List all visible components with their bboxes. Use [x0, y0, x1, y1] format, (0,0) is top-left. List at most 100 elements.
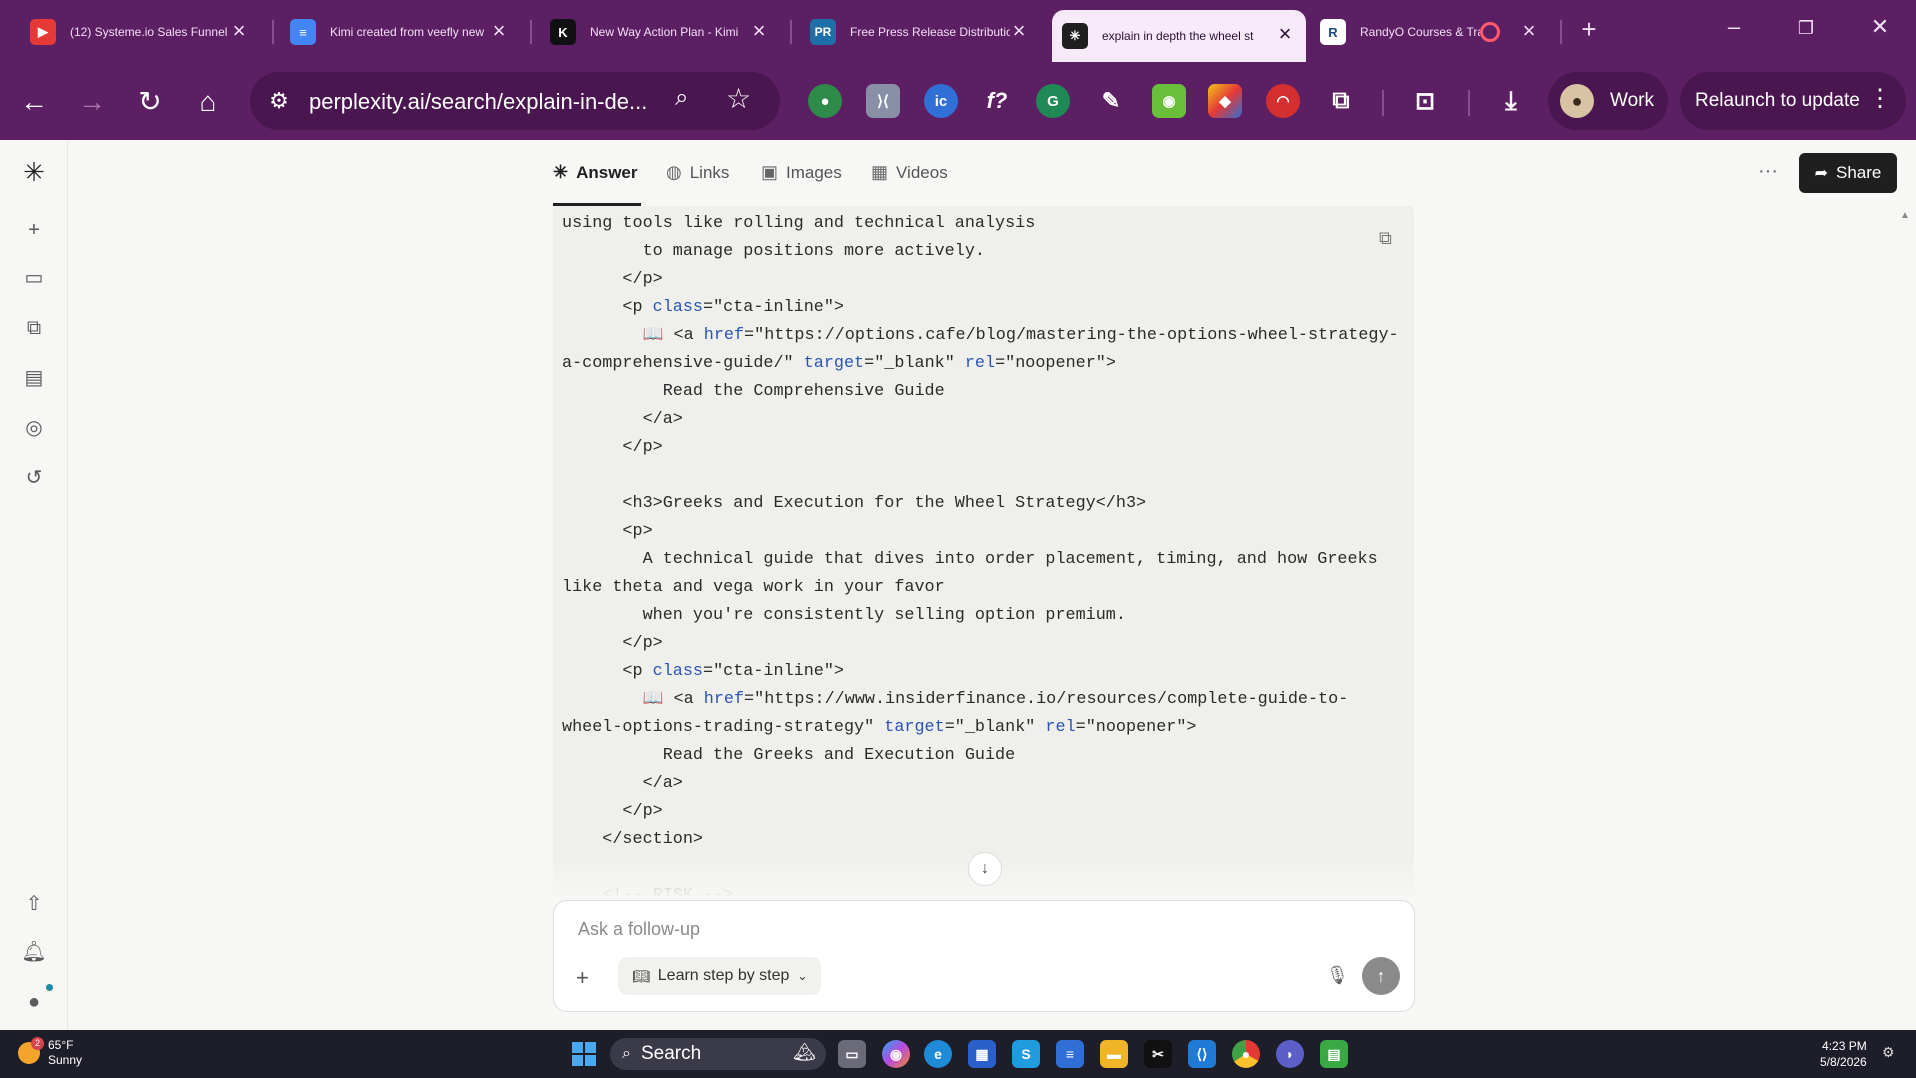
close-tab-icon[interactable]: × [1008, 20, 1030, 43]
notifications-bell-icon[interactable]: 🔔︎ [20, 938, 48, 966]
edge-icon[interactable]: e [924, 1040, 952, 1068]
tab-videos[interactable]: ▦ Videos [871, 162, 948, 183]
extensions-puzzle-icon[interactable]: ⧉ [1324, 84, 1358, 118]
send-button[interactable]: ↑ [1362, 957, 1400, 995]
mode-selector[interactable]: 📖︎ Learn step by step ⌄ [618, 957, 822, 995]
share-button[interactable]: ➦ Share [1799, 153, 1897, 193]
capcut-icon[interactable]: ✂ [1144, 1040, 1172, 1068]
forward-icon[interactable]: → [72, 82, 112, 122]
skype-app-icon[interactable]: S [1012, 1040, 1040, 1068]
url-text[interactable]: perplexity.ai/search/explain-in-de... [309, 89, 647, 115]
browser-tab-randyo[interactable]: R RandyO Courses & Tra × [1310, 12, 1550, 52]
code-text: a-comprehensive-guide/" [562, 354, 804, 373]
spaces-icon[interactable]: ▤ [20, 364, 48, 392]
code-line: </p> [562, 798, 1399, 826]
vscode-icon[interactable]: ⟨⟩ [1188, 1040, 1216, 1068]
tab-images[interactable]: ▣ Images [761, 162, 842, 183]
code-text: <p [562, 662, 653, 681]
address-bar[interactable]: ⚙ perplexity.ai/search/explain-in-de... … [250, 72, 780, 130]
tab-answer[interactable]: ✳ Answer [553, 162, 638, 183]
profile-label: Work [1610, 90, 1654, 111]
messenger-icon[interactable]: ◗ [1276, 1040, 1304, 1068]
site-settings-icon[interactable]: ⚙ [264, 86, 294, 116]
perplexity-icon: ✳ [1062, 23, 1088, 49]
menu-dots-icon[interactable]: ⋮ [1868, 84, 1892, 113]
close-window-button[interactable]: ✕ [1860, 14, 1900, 40]
new-tab-button[interactable]: + [1569, 14, 1609, 45]
copilot-icon[interactable]: ◉ [882, 1040, 910, 1068]
extension-eye-icon[interactable]: ◉ [1152, 84, 1186, 118]
browser-tab-press-release[interactable]: PR Free Press Release Distributio × [800, 12, 1040, 52]
extension-ic-icon[interactable]: ic [924, 84, 958, 118]
scroll-up-arrow-icon[interactable]: ▲ [1900, 210, 1910, 221]
tab-title: Kimi created from veefly new [330, 25, 485, 39]
relaunch-button[interactable]: Relaunch to update ⋮ [1680, 72, 1906, 130]
page-scrollbar[interactable]: ▲ ▼ [1900, 206, 1912, 1078]
upgrade-icon[interactable]: ⇧ [20, 890, 48, 918]
browser-tab-systeme[interactable]: ▶ (12) Systeme.io Sales Funnel T × [20, 12, 260, 52]
sheets-icon[interactable]: ▤ [1320, 1040, 1348, 1068]
notepad-icon[interactable]: ≡ [1056, 1040, 1084, 1068]
profile-button[interactable]: ● Work [1548, 72, 1668, 130]
restore-button[interactable]: ❐ [1786, 18, 1826, 39]
taskbar-search[interactable]: ⌕ Search 🏔︎ [610, 1038, 826, 1070]
weather-widget[interactable]: 2 65°F Sunny [18, 1037, 82, 1068]
scroll-to-bottom-button[interactable]: ↓ [968, 852, 1002, 886]
code-line: </section> [562, 826, 1399, 854]
new-thread-icon[interactable]: + [20, 216, 48, 244]
home-icon[interactable]: ▭ [20, 264, 48, 292]
close-tab-icon[interactable]: × [228, 20, 250, 43]
close-tab-icon[interactable]: × [488, 20, 510, 43]
minimize-button[interactable]: – [1714, 14, 1754, 40]
back-icon[interactable]: ← [14, 82, 54, 122]
code-line: like theta and vega work in your favor [562, 574, 1399, 602]
copy-icon[interactable]: ⧉ [1379, 228, 1392, 249]
code-text: ="cta-inline"> [703, 662, 844, 681]
browser-tab-kimi-action-plan[interactable]: K New Way Action Plan - Kimi × [540, 12, 780, 52]
followup-input[interactable]: Ask a follow-up [578, 919, 1078, 940]
search-icon: ⌕ [622, 1045, 631, 1062]
avatar: ● [1560, 84, 1594, 118]
code-line: </a> [562, 406, 1399, 434]
extension-code-icon[interactable]: ⟩⟨ [866, 84, 900, 118]
home-icon[interactable]: ⌂ [188, 82, 228, 122]
account-icon[interactable]: ● [20, 988, 48, 1016]
extension-colorful-icon[interactable]: ◆ [1208, 84, 1242, 118]
chrome-icon[interactable]: ● [1232, 1040, 1260, 1068]
close-tab-icon[interactable]: × [748, 20, 770, 43]
extension-green-icon[interactable]: ● [808, 84, 842, 118]
history-icon[interactable]: ↺ [20, 464, 48, 492]
download-icon[interactable]: ⤓ [1494, 84, 1528, 118]
browser-tab-kimi-veefly[interactable]: ≡ Kimi created from veefly new × [280, 12, 520, 52]
microphone-icon[interactable]: 🎙︎ [1326, 965, 1349, 986]
close-tab-icon[interactable]: × [1518, 20, 1540, 43]
extension-red-icon[interactable]: ◠ [1266, 84, 1300, 118]
tab-search-icon[interactable]: ⊡ [1408, 84, 1442, 118]
code-text: ="_blank" [944, 718, 1046, 737]
recording-icon [1480, 22, 1500, 42]
code-text: ="_blank" [864, 354, 965, 373]
file-explorer-icon[interactable]: ▬ [1100, 1040, 1128, 1068]
extension-eyedropper-icon[interactable]: ✎ [1094, 84, 1128, 118]
perplexity-logo-icon[interactable]: ✳ [20, 158, 48, 186]
attach-plus-icon[interactable]: + [576, 965, 589, 991]
code-line: A technical guide that dives into order … [562, 546, 1399, 574]
code-content: using tools like rolling and technical a… [562, 210, 1399, 896]
finance-icon[interactable]: ◎ [20, 414, 48, 442]
store-icon[interactable]: ▦ [968, 1040, 996, 1068]
start-button[interactable] [572, 1042, 596, 1066]
bookmark-star-icon[interactable]: ☆ [726, 82, 751, 115]
clock[interactable]: 4:23 PM 5/8/2026 [1820, 1038, 1867, 1070]
tab-links[interactable]: ◍ Links [666, 162, 729, 183]
task-view-icon[interactable]: ▭ [838, 1040, 866, 1068]
close-tab-icon[interactable]: × [1274, 23, 1296, 46]
extension-grammarly-icon[interactable]: G [1036, 84, 1070, 118]
notification-center-icon[interactable]: ⚙ [1882, 1044, 1895, 1061]
more-options-icon[interactable]: ··· [1758, 160, 1778, 183]
code-text: A technical guide that dives into order … [562, 550, 1378, 569]
extension-fx-icon[interactable]: f? [980, 84, 1014, 118]
zoom-icon[interactable]: ⌕ [675, 84, 688, 112]
reload-icon[interactable]: ↻ [130, 82, 170, 122]
browser-tab-perplexity[interactable]: ✳ explain in depth the wheel st × [1052, 10, 1306, 62]
discover-icon[interactable]: ⧉ [20, 314, 48, 342]
